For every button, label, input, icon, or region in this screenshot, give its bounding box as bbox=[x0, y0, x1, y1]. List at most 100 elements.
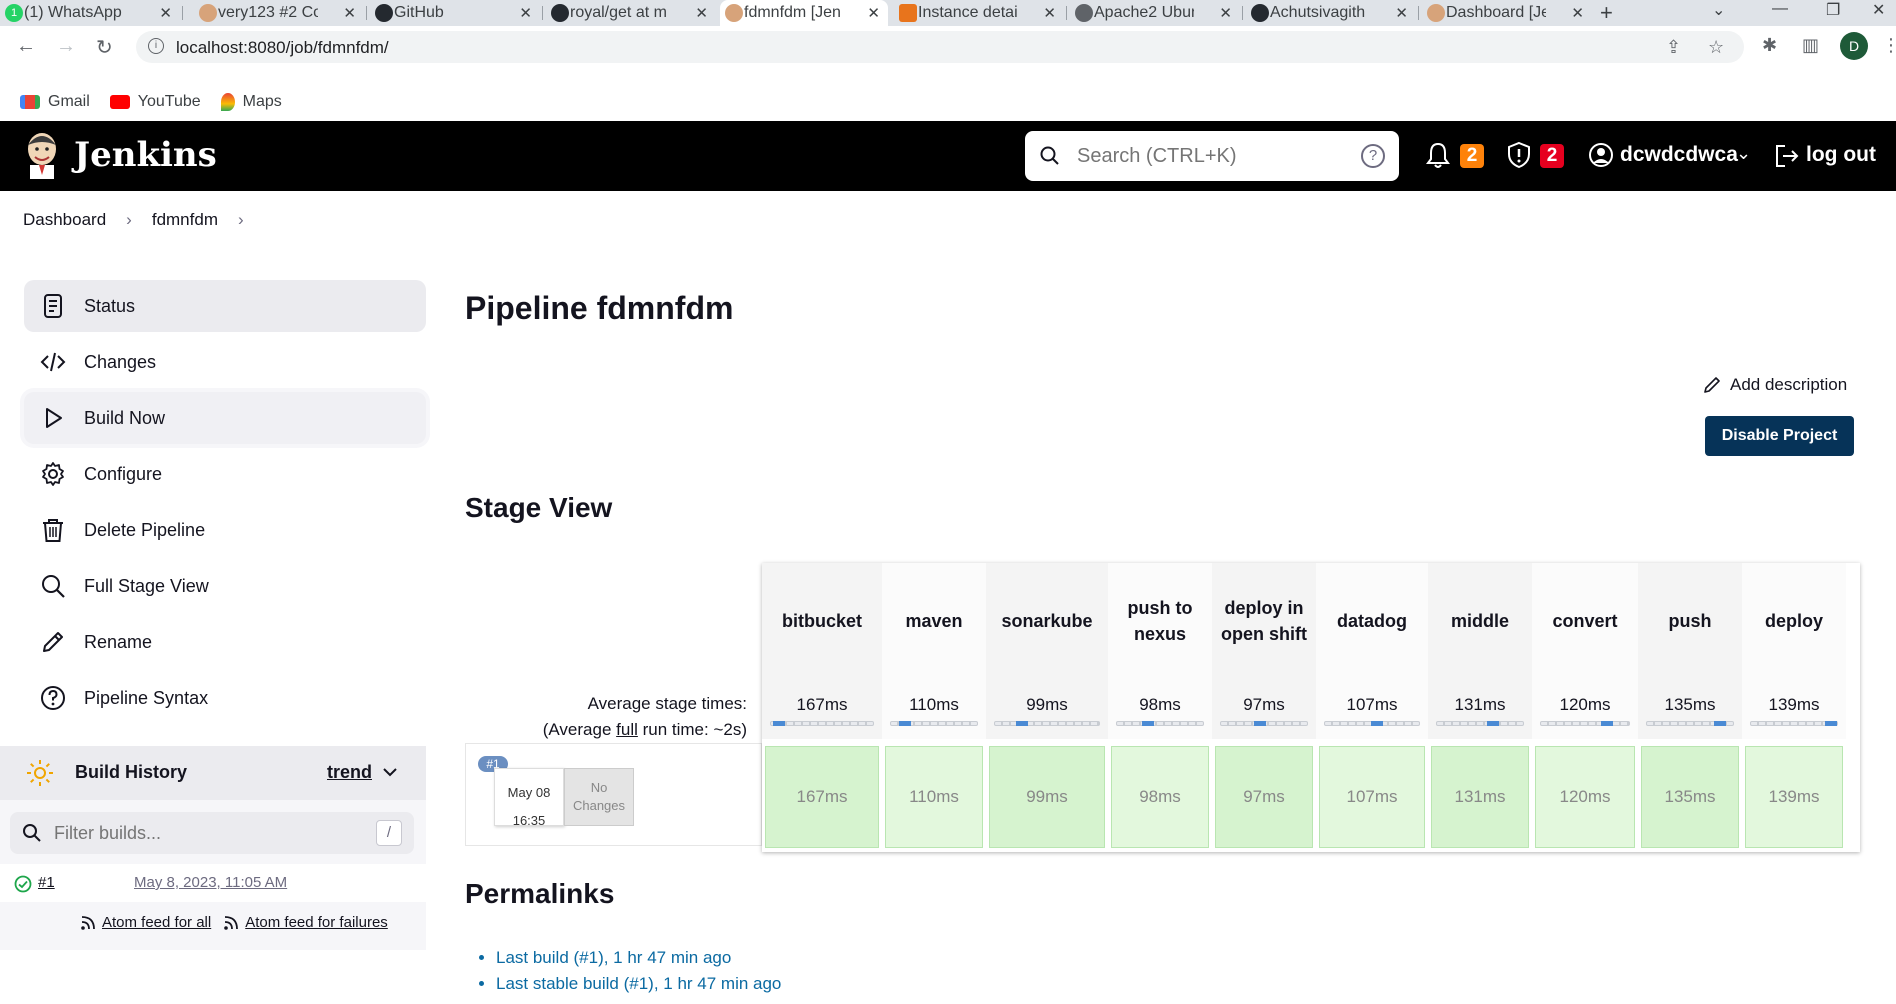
build-history-title: Build History bbox=[75, 762, 188, 782]
jenkins-logo-icon[interactable] bbox=[22, 131, 62, 179]
permalink-last-stable-build[interactable]: Last stable build (#1), 1 hr 47 min ago bbox=[496, 974, 781, 994]
sidebar-item-configure[interactable]: Configure bbox=[24, 448, 426, 500]
stage-run-cell[interactable]: 98ms bbox=[1111, 746, 1209, 848]
security-shield-icon[interactable] bbox=[1506, 141, 1532, 169]
bookmark-maps[interactable]: Maps bbox=[220, 93, 282, 111]
stage-progress-bar bbox=[890, 721, 978, 726]
breadcrumb-dashboard[interactable]: Dashboard bbox=[23, 210, 106, 230]
stage-progress-bar bbox=[994, 721, 1100, 726]
username-menu[interactable]: dcwdcdwca bbox=[1620, 143, 1738, 167]
site-info-icon[interactable]: i bbox=[148, 38, 164, 54]
stage-run-cell[interactable]: 99ms bbox=[989, 746, 1105, 848]
close-tab-icon[interactable]: ✕ bbox=[695, 4, 708, 22]
close-tab-icon[interactable]: ✕ bbox=[1219, 4, 1232, 22]
new-tab-icon[interactable]: + bbox=[1600, 0, 1613, 26]
browser-tab[interactable]: 1 (1) WhatsApp ✕ bbox=[0, 0, 180, 26]
stage-run-cell[interactable]: 139ms bbox=[1745, 746, 1843, 848]
close-window-icon[interactable]: ✕ bbox=[1872, 0, 1885, 20]
stage-run-cell[interactable]: 120ms bbox=[1535, 746, 1635, 848]
close-tab-icon[interactable]: ✕ bbox=[159, 4, 172, 22]
close-tab-icon[interactable]: ✕ bbox=[519, 4, 532, 22]
sidebar-item-build-now[interactable]: Build Now bbox=[24, 392, 426, 444]
close-tab-icon[interactable]: ✕ bbox=[343, 4, 356, 22]
filter-builds-input[interactable] bbox=[54, 823, 354, 844]
sidebar-item-changes[interactable]: Changes bbox=[24, 336, 426, 388]
stage-run-cell[interactable]: 107ms bbox=[1319, 746, 1425, 848]
close-tab-icon[interactable]: ✕ bbox=[867, 4, 880, 22]
close-tab-icon[interactable]: ✕ bbox=[1395, 4, 1408, 22]
build-date-link[interactable]: May 8, 2023, 11:05 AM bbox=[134, 874, 287, 891]
build-changes-box[interactable]: No Changes bbox=[564, 768, 634, 826]
browser-tab[interactable]: Instance detai ✕ bbox=[894, 0, 1064, 26]
stage-run-cell[interactable]: 97ms bbox=[1215, 746, 1313, 848]
sidebar-item-pipeline-syntax[interactable]: Pipeline Syntax bbox=[24, 672, 426, 724]
permalink-last-build[interactable]: Last build (#1), 1 hr 47 min ago bbox=[496, 948, 781, 968]
chevron-down-icon[interactable] bbox=[382, 764, 398, 780]
search-box[interactable]: ? bbox=[1025, 131, 1399, 181]
trend-link[interactable]: trend bbox=[327, 762, 372, 783]
url-text[interactable]: localhost:8080/job/fdmnfdm/ bbox=[176, 38, 389, 58]
stage-run-cell[interactable]: 167ms bbox=[765, 746, 879, 848]
add-description-link[interactable]: Add description bbox=[1702, 375, 1847, 395]
notifications-badge[interactable]: 2 bbox=[1460, 144, 1484, 168]
stage-column: datadog 107ms 107ms bbox=[1316, 563, 1428, 852]
browser-menu-icon[interactable]: ⋮ bbox=[1882, 35, 1896, 56]
browser-tab[interactable]: Apache2 Ubun ✕ bbox=[1070, 0, 1240, 26]
search-input[interactable] bbox=[1077, 145, 1337, 168]
extensions-icon[interactable]: ✱ bbox=[1762, 35, 1777, 56]
filter-builds-box[interactable]: / bbox=[10, 812, 414, 854]
sidebar-item-full-stage-view[interactable]: Full Stage View bbox=[24, 560, 426, 612]
stage-view-table: bitbucket 167ms 167ms maven 110ms 110ms sonark… bbox=[762, 563, 1860, 852]
browser-tab[interactable]: GitHub ✕ bbox=[370, 0, 540, 26]
chevron-down-icon[interactable]: ⌄ bbox=[1736, 143, 1751, 164]
sidebar-item-status[interactable]: Status bbox=[24, 280, 426, 332]
minimize-icon[interactable]: — bbox=[1772, 0, 1788, 18]
build-date-box: May 08 16:35 bbox=[494, 768, 564, 828]
user-avatar-icon[interactable] bbox=[1588, 142, 1614, 168]
sidebar-item-rename[interactable]: Rename bbox=[24, 616, 426, 668]
logout-icon[interactable] bbox=[1774, 143, 1800, 169]
side-panel-icon[interactable]: ▥ bbox=[1802, 35, 1819, 56]
stage-view-title: Stage View bbox=[465, 492, 613, 523]
reload-icon[interactable]: ↻ bbox=[96, 35, 113, 60]
share-icon[interactable]: ⇪ bbox=[1666, 37, 1681, 58]
notifications-bell-icon[interactable] bbox=[1426, 141, 1450, 169]
browser-tab[interactable]: Achutsivagith ✕ bbox=[1246, 0, 1416, 26]
breadcrumb-job[interactable]: fdmnfdm bbox=[152, 210, 218, 230]
security-badge[interactable]: 2 bbox=[1540, 144, 1564, 168]
bookmark-youtube[interactable]: YouTube bbox=[109, 93, 201, 111]
jenkins-brand[interactable]: Jenkins bbox=[74, 135, 217, 175]
sidebar-item-delete-pipeline[interactable]: Delete Pipeline bbox=[24, 504, 426, 556]
maximize-icon[interactable]: ❐ bbox=[1826, 0, 1840, 20]
profile-avatar[interactable]: D bbox=[1840, 32, 1868, 60]
back-icon[interactable]: ← bbox=[16, 35, 36, 58]
disable-project-button[interactable]: Disable Project bbox=[1705, 416, 1854, 456]
chevron-right-icon[interactable]: › bbox=[238, 210, 244, 230]
search-help-icon[interactable]: ? bbox=[1361, 144, 1385, 168]
maps-icon bbox=[220, 93, 235, 111]
forward-icon[interactable]: → bbox=[56, 35, 76, 58]
build-number-link[interactable]: #1 bbox=[38, 874, 55, 891]
jenkins-header: Jenkins ? 2 2 dcwdcdwca ⌄ log out bbox=[0, 121, 1896, 191]
build-history-row[interactable]: #1 May 8, 2023, 11:05 AM bbox=[0, 864, 426, 902]
bookmark-star-icon[interactable]: ☆ bbox=[1708, 37, 1724, 58]
tab-search-chevron-icon[interactable]: ⌄ bbox=[1712, 0, 1725, 20]
close-tab-icon[interactable]: ✕ bbox=[1571, 4, 1584, 22]
atom-feed-failures-link[interactable]: Atom feed for failures bbox=[223, 914, 388, 931]
close-tab-icon[interactable]: ✕ bbox=[1043, 4, 1056, 22]
stage-run-cell[interactable]: 131ms bbox=[1431, 746, 1529, 848]
atom-feed-all-link[interactable]: Atom feed for all bbox=[80, 914, 211, 931]
full-run-time-link[interactable]: full bbox=[616, 720, 638, 739]
success-check-icon bbox=[14, 875, 32, 893]
browser-tab[interactable]: royal/get at m ✕ bbox=[546, 0, 716, 26]
stage-run-cell[interactable]: 135ms bbox=[1641, 746, 1739, 848]
browser-tab[interactable]: very123 #2 Co ✕ bbox=[194, 0, 364, 26]
omnibox[interactable]: i localhost:8080/job/fdmnfdm/ ⇪ ☆ bbox=[136, 31, 1744, 63]
globe-icon bbox=[1075, 4, 1093, 22]
logout-link[interactable]: log out bbox=[1806, 143, 1876, 167]
browser-tab-active[interactable]: fdmnfdm [Jen ✕ bbox=[720, 0, 888, 26]
stage-run-cell[interactable]: 110ms bbox=[885, 746, 983, 848]
stage-average-time: 139ms bbox=[1742, 679, 1846, 739]
bookmark-gmail[interactable]: Gmail bbox=[20, 93, 90, 111]
browser-tab[interactable]: Dashboard [Je ✕ bbox=[1422, 0, 1592, 26]
